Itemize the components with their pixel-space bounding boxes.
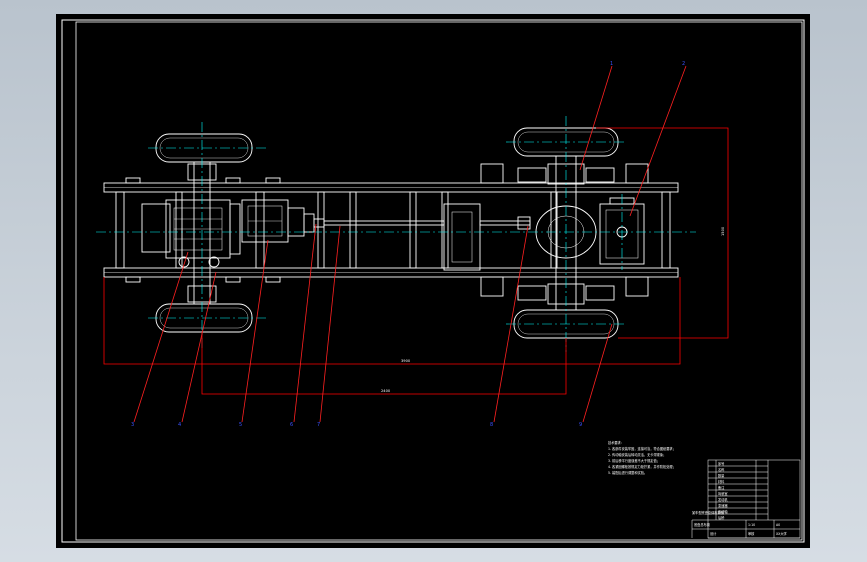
drawing-name: 底盘总布置 [694,522,710,527]
propeller-shaft [313,203,531,271]
sheet-size: A0 [776,523,780,527]
balloon-1: 1 [610,61,613,67]
balloon-4: 4 [178,422,181,428]
tb-row: 发动机 [718,497,728,502]
cad-viewport: 3900 2400 1500 1 2 3 4 5 6 7 8 9 技术要求： 1… [0,0,867,562]
wheelbase-dimension: 2400 [381,389,391,393]
tb-row: 名称 [718,467,725,472]
part-balloons: 1 2 3 4 5 6 7 8 9 [131,61,685,428]
note-line: 1. 各部件安装牢固，连接可靠，符合图纸要求； [608,446,676,451]
tb-row: 后桥 [718,515,725,520]
designer-label: 设计 [710,531,717,536]
notes-title: 技术要求： [608,440,624,445]
inner-frame [75,21,803,541]
overall-length-dimension: 3900 [401,359,411,363]
drawing-caption: 某车型底盘总体布置图 [692,510,724,515]
balloon-6: 6 [290,422,293,428]
company-name: XX大学 [776,531,787,536]
outer-frame [61,19,805,543]
note-line: 4. 各紧固螺栓按规定力矩拧紧，并作防松处理； [608,464,676,469]
chassis-layout-drawing: 3900 2400 1500 1 2 3 4 5 6 7 8 9 技术要求： 1… [61,19,805,543]
balloon-3: 3 [131,422,134,428]
technical-notes: 技术要求： 1. 各部件安装牢固，连接可靠，符合图纸要求； 2. 传动轴安装后转… [608,440,676,475]
drawing-sheet: 3900 2400 1500 1 2 3 4 5 6 7 8 9 技术要求： 1… [56,14,810,548]
balloon-5: 5 [239,422,242,428]
checker-label: 审核 [748,531,755,536]
tb-row: 序号 [718,461,724,466]
balloon-9: 9 [579,422,582,428]
drawing-scale: 1:10 [748,523,755,527]
gearbox-assembly [241,199,315,243]
tb-row: 驾驶室 [718,491,728,496]
tb-row: 备注 [718,485,725,490]
chassis-frame [103,163,679,297]
engine-assembly [141,199,241,268]
balloon-2: 2 [682,61,685,67]
note-line: 5. 装配后进行调整和试验。 [608,470,647,475]
tb-row: 材料 [718,479,725,484]
note-line: 3. 前后桥平行度误差不大于规定值； [608,458,660,463]
track-width-dimension: 1500 [721,226,725,236]
balloon-8: 8 [490,422,493,428]
tb-row: 变速器 [718,503,728,508]
tb-row: 数量 [718,473,725,478]
balloon-7: 7 [317,422,320,428]
note-line: 2. 传动轴安装后转动灵活，无卡滞现象； [608,452,666,457]
